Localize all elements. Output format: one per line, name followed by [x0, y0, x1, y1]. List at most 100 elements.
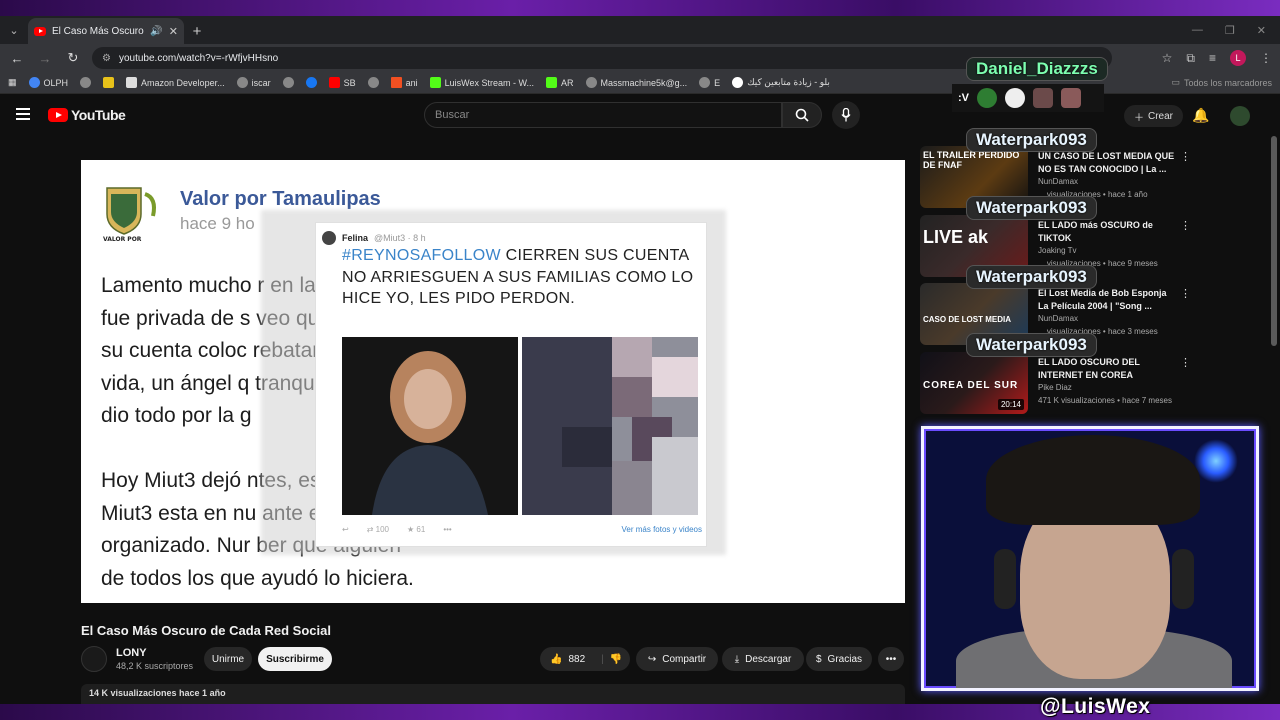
post-time: hace 9 ho: [180, 214, 255, 233]
recommendation-title[interactable]: El Lost Media de Bob Esponja La Película…: [1038, 287, 1178, 312]
search-input[interactable]: Buscar: [424, 102, 782, 128]
channel-avatar[interactable]: [81, 646, 107, 672]
recommendation-channel[interactable]: Pike Diaz: [1038, 383, 1072, 392]
audio-playing-icon[interactable]: 🔊: [150, 26, 162, 37]
chat-username: Waterpark093: [966, 265, 1097, 289]
kebab-menu-icon[interactable]: ⋮: [1180, 150, 1191, 163]
emote-icon: [1033, 88, 1053, 108]
recommendation-channel[interactable]: NunDamax: [1038, 177, 1078, 186]
media-icon[interactable]: ≡: [1209, 51, 1216, 65]
chat-username: Waterpark093: [966, 128, 1097, 152]
bookmark-item[interactable]: [305, 77, 317, 88]
recommendation-channel[interactable]: NunDamax: [1038, 314, 1078, 323]
video-player[interactable]: VALOR POR Valor por Tamaulipas hace 9 ho…: [81, 160, 905, 603]
tweet-text: #REYNOSAFOLLOW CIERREN SUS CUENTA NO ARR…: [342, 245, 702, 310]
join-button[interactable]: Unirme: [204, 647, 252, 671]
user-avatar[interactable]: [1230, 106, 1250, 126]
folder-icon: ▭: [1171, 77, 1180, 87]
browser-tab-active[interactable]: El Caso Más Oscuro de Cad 🔊 ✕: [28, 18, 184, 44]
bookmark-item[interactable]: Massmachine5k@g...: [585, 77, 687, 88]
tweet-handle: @Miut3 · 8 h: [374, 233, 426, 243]
apps-grid-icon[interactable]: ▦: [8, 77, 17, 88]
notifications-bell-icon[interactable]: 🔔: [1192, 107, 1209, 124]
thumbs-up-icon: 👍: [550, 653, 563, 665]
more-dots-icon: •••: [443, 525, 452, 534]
thanks-button[interactable]: $ Gracias: [806, 647, 872, 671]
extensions-icon[interactable]: ⧉: [1186, 51, 1195, 66]
bookmark-item[interactable]: LuisWex Stream - W...: [429, 77, 534, 88]
retweet-count: ⇄ 100: [366, 525, 389, 534]
site-info-icon[interactable]: ⚙: [102, 53, 111, 64]
download-button[interactable]: ⤓ Descargar: [722, 647, 804, 671]
favorite-count: ★ 61: [407, 525, 426, 534]
bookmark-item[interactable]: [103, 77, 115, 88]
url-field[interactable]: ⚙ youtube.com/watch?v=-rWfjvHHsno: [92, 47, 1112, 69]
more-actions-button[interactable]: •••: [878, 647, 904, 671]
strawberry-badge-icon: [977, 88, 997, 108]
voice-search-button[interactable]: [832, 101, 860, 129]
more-media-link: Ver más fotos y videos: [621, 525, 702, 534]
hamburger-menu-icon[interactable]: [16, 108, 30, 120]
channel-name[interactable]: LONY: [116, 647, 147, 659]
recommendation-title[interactable]: EL LADO más OSCURO de TIKTOK: [1038, 219, 1178, 244]
profile-avatar[interactable]: L: [1230, 50, 1246, 66]
window-controls: — ❐ ✕: [1192, 16, 1280, 44]
recommendation-channel[interactable]: Joaking Tv: [1038, 246, 1077, 255]
youtube-logo[interactable]: YouTube: [48, 107, 126, 123]
lamp-glow: [1194, 439, 1238, 483]
video-title: El Caso Más Oscuro de Cada Red Social: [81, 623, 331, 638]
like-button[interactable]: 👍 882 | 👎: [540, 647, 630, 671]
bookmark-item[interactable]: بلو - زيادة متابعين كيك: [732, 77, 830, 88]
cloud-badge-icon: [1005, 88, 1025, 108]
page-scrollbar[interactable]: [1271, 136, 1277, 346]
youtube-favicon-icon: [34, 26, 46, 36]
create-button[interactable]: ＋ Crear: [1124, 105, 1184, 127]
streamer-webcam: [921, 426, 1259, 691]
kebab-menu-icon[interactable]: ⋮: [1180, 219, 1191, 232]
search-icon: [795, 108, 809, 122]
minimize-icon[interactable]: —: [1192, 24, 1203, 36]
thumbs-down-icon[interactable]: 👎: [610, 654, 622, 665]
chat-username: Waterpark093: [966, 333, 1097, 357]
share-button[interactable]: ↪ Compartir: [636, 647, 718, 671]
kebab-menu-icon[interactable]: ⋮: [1180, 356, 1191, 369]
close-window-icon[interactable]: ✕: [1257, 24, 1266, 37]
recommendation-title[interactable]: EL LADO OSCURO DEL INTERNET EN COREA: [1038, 356, 1178, 381]
url-text: youtube.com/watch?v=-rWfjvHHsno: [118, 52, 279, 64]
kebab-menu-icon[interactable]: ⋮: [1180, 287, 1191, 300]
star-icon[interactable]: ☆: [1162, 51, 1173, 65]
recommendation-title[interactable]: UN CASO DE LOST MEDIA QUE NO ES TAN CONO…: [1038, 150, 1178, 175]
reload-icon[interactable]: ↻: [64, 49, 82, 67]
streamer-handle: @LuisWex: [1040, 695, 1151, 718]
description-box[interactable]: 14 K visualizaciones hace 1 año: [81, 684, 905, 704]
bookmark-item[interactable]: iscar: [236, 77, 271, 88]
recommendation-item[interactable]: COREA DEL SUR 20:14 EL LADO OSCURO DEL I…: [920, 352, 1240, 416]
bookmark-item[interactable]: [282, 77, 294, 88]
download-icon: ⤓: [734, 653, 740, 665]
recommendation-thumbnail[interactable]: COREA DEL SUR 20:14: [920, 352, 1028, 414]
stream-frame-top: [0, 0, 1280, 16]
close-tab-icon[interactable]: ✕: [169, 25, 178, 38]
bookmark-item[interactable]: Amazon Developer...: [126, 77, 225, 88]
bookmark-item[interactable]: E: [699, 77, 720, 88]
headset-icon: [1172, 549, 1194, 609]
tweet-hashtag: #REYNOSAFOLLOW: [342, 247, 501, 264]
bookmark-item[interactable]: ani: [390, 77, 418, 88]
bookmark-item[interactable]: [80, 77, 92, 88]
tweet-photo-pixelated: [522, 337, 698, 515]
back-arrow-icon[interactable]: ←: [8, 49, 26, 67]
new-tab-button[interactable]: +: [184, 18, 210, 44]
bookmark-item[interactable]: OLPH: [28, 77, 68, 88]
forward-arrow-icon[interactable]: →: [36, 49, 54, 67]
restore-icon[interactable]: ❐: [1225, 24, 1235, 37]
webcam-hair: [986, 435, 1200, 525]
bookmark-item[interactable]: [367, 77, 379, 88]
tab-search-icon[interactable]: ⌄: [0, 16, 28, 44]
all-bookmarks[interactable]: ▭ Todos los marcadores: [1171, 77, 1272, 88]
bookmark-item[interactable]: AR: [545, 77, 574, 88]
subscribe-button[interactable]: Suscribirme: [258, 647, 332, 671]
bookmark-item[interactable]: SB: [328, 77, 356, 88]
browser-tab-strip: ⌄ El Caso Más Oscuro de Cad 🔊 ✕ + — ❐ ✕: [0, 16, 1280, 44]
menu-kebab-icon[interactable]: ⋮: [1260, 51, 1272, 65]
search-button[interactable]: [782, 102, 822, 128]
